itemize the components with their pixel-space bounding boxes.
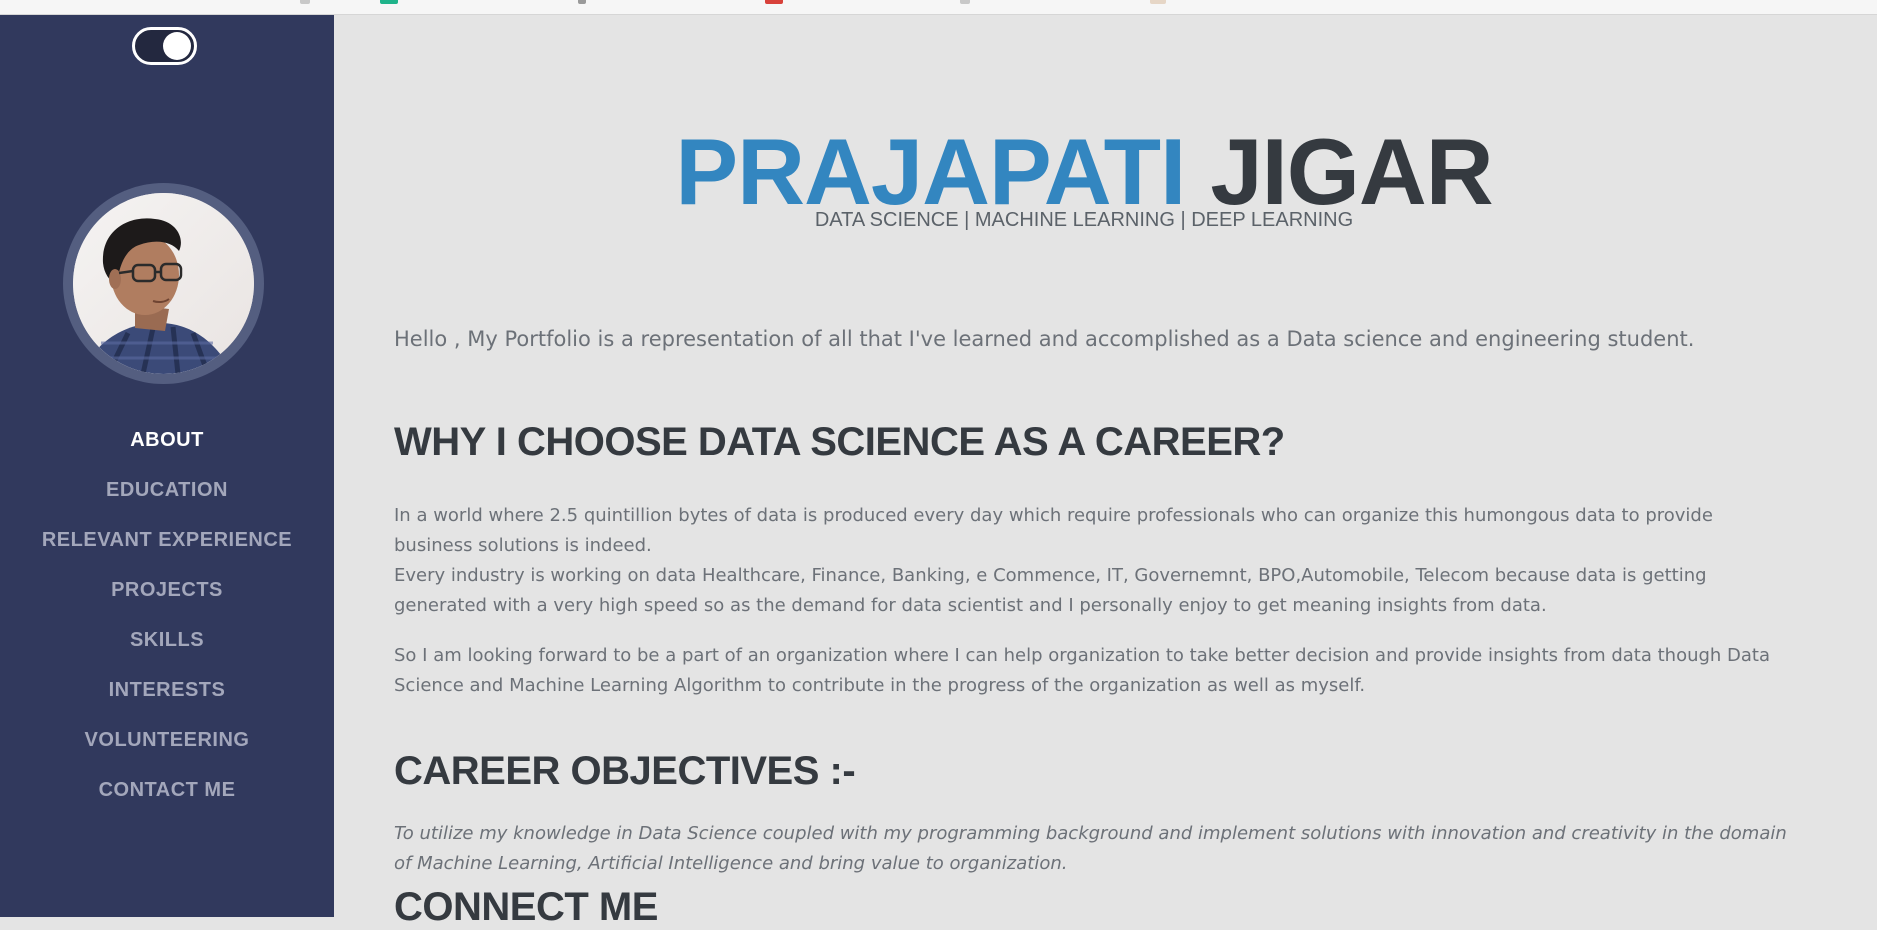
- nav-item-relevant-experience[interactable]: RELEVANT EXPERIENCE: [0, 515, 334, 565]
- bookmark-favicon[interactable]: [300, 0, 310, 4]
- why-paragraph-1: In a world where 2.5 quintillion bytes o…: [394, 505, 1713, 556]
- nav-item-contact-me[interactable]: CONTACT ME: [0, 765, 334, 815]
- bookmark-favicon[interactable]: [765, 0, 783, 4]
- browser-bookmark-strip: [0, 0, 1877, 15]
- sidebar: ABOUT EDUCATION RELEVANT EXPERIENCE PROJ…: [0, 15, 334, 917]
- nav-item-projects[interactable]: PROJECTS: [0, 565, 334, 615]
- nav-item-education[interactable]: EDUCATION: [0, 465, 334, 515]
- bookmark-favicon[interactable]: [1150, 0, 1166, 4]
- toggle-knob: [163, 32, 191, 60]
- objectives-heading: CAREER OBJECTIVES :-: [394, 749, 856, 793]
- nav-item-skills[interactable]: SKILLS: [0, 615, 334, 665]
- bookmark-favicon[interactable]: [380, 0, 398, 4]
- sidebar-nav: ABOUT EDUCATION RELEVANT EXPERIENCE PROJ…: [0, 415, 334, 815]
- avatar-photo: [73, 193, 254, 374]
- why-heading: WHY I CHOOSE DATA SCIENCE AS A CAREER?: [394, 420, 1285, 464]
- bookmark-favicon[interactable]: [960, 0, 970, 4]
- theme-toggle[interactable]: [132, 27, 197, 65]
- avatar: [73, 193, 254, 374]
- connect-heading: CONNECT ME: [394, 885, 658, 929]
- intro-text: Hello , My Portfolio is a representation…: [394, 327, 1695, 351]
- subheading: DATA SCIENCE | MACHINE LEARNING | DEEP L…: [814, 209, 1354, 231]
- main-content: PRAJAPATI JIGAR DATA SCIENCE | MACHINE L…: [334, 15, 1877, 929]
- nav-item-interests[interactable]: INTERESTS: [0, 665, 334, 715]
- bookmark-favicon[interactable]: [578, 0, 586, 4]
- nav-item-about[interactable]: ABOUT: [0, 415, 334, 465]
- objectives-text: To utilize my knowledge in Data Science …: [394, 823, 1787, 874]
- why-paragraph-2: Every industry is working on data Health…: [394, 565, 1707, 616]
- nav-item-volunteering[interactable]: VOLUNTEERING: [0, 715, 334, 765]
- avatar-ring: [63, 183, 264, 384]
- why-paragraph-3: So I am looking forward to be a part of …: [394, 645, 1771, 696]
